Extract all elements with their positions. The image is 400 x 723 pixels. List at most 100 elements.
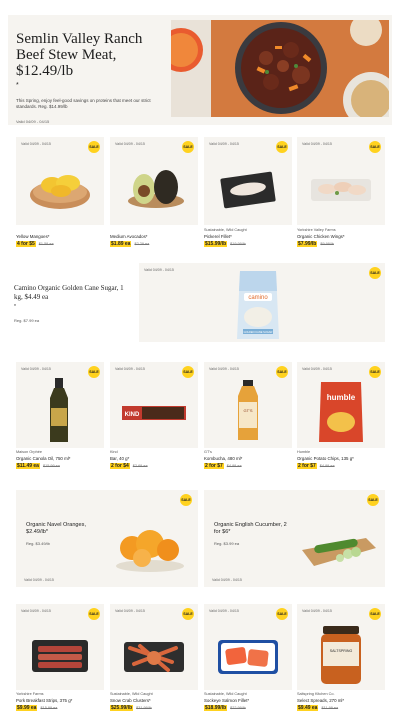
mangoes-image	[30, 175, 90, 209]
promo-text: Organic Navel Oranges, $2.49/lb* Reg. $3…	[26, 522, 94, 546]
promo-card-oranges[interactable]: SALE Organic Navel Oranges, $2.49/lb* Re…	[16, 490, 198, 587]
featured-product-card[interactable]: Valid 04/09 - 04/15 SALE camino GOLDEN C…	[139, 263, 385, 342]
product-name[interactable]: Medium Avocados*	[110, 234, 198, 239]
sale-price: $1.89 ea	[110, 241, 132, 247]
sale-price: 4 for $5	[16, 241, 36, 247]
hero-valid-dates: Valid 04/09 - 04/15	[16, 119, 50, 124]
gts-logo-text: GT'S	[244, 408, 253, 413]
product-brand: Sustainable, Wild Caught	[204, 692, 247, 696]
regular-price: $19.99/lb	[230, 242, 246, 246]
product-brand: Yorkshire Farms	[16, 692, 44, 696]
kombucha-bottle-image: GT'S	[238, 380, 258, 440]
promo-text: Organic English Cucumber, 2 for $6* Reg.…	[214, 522, 288, 546]
hero-asterisk: *	[16, 82, 19, 89]
product-card-pork-strips[interactable]: Valid 04/09 - 04/15 SALE	[16, 604, 104, 690]
product-name[interactable]: Snow Crab Clusters*	[110, 698, 198, 703]
regular-price: $4.99 ea	[226, 464, 242, 468]
sale-price: $7.99/lb	[297, 241, 318, 247]
valid-dates: Valid 04/09 - 04/15	[115, 609, 145, 613]
product-card-kombucha[interactable]: Valid 04/09 - 04/15 SALE GT'S	[204, 362, 292, 448]
sale-price: $11.49 ea	[16, 463, 40, 469]
regular-price: $4.99 ea	[319, 464, 335, 468]
product-info: Medium Avocados* $1.89 ea $2.29 ea	[110, 228, 198, 247]
pickerel-fillet-image	[220, 171, 276, 209]
product-name[interactable]: Yellow Mangoes*	[16, 234, 104, 239]
product-info: Humble Organic Potato Chips, 135 g* 2 fo…	[297, 450, 385, 469]
product-info: Sustainable, Wild Caught Sockeye Salmon …	[204, 692, 292, 711]
product-name[interactable]: Pork Breakfast Strips, 375 g*	[16, 698, 104, 703]
product-card-canola-oil[interactable]: Valid 04/09 - 04/15 SALE	[16, 362, 104, 448]
product-info: GT's Kombucha, 480 ml* 2 for $7 $4.99 ea	[204, 450, 292, 469]
product-brand: Sustainable, Wild Caught	[204, 228, 247, 232]
sockeye-salmon-image	[218, 640, 278, 674]
product-info: Kind Bar, 40 g* 2 for $4 $2.69 ea	[110, 450, 198, 469]
sale-badge: SALE	[369, 267, 381, 279]
promo-title: Organic Navel Oranges, $2.49/lb*	[26, 522, 87, 535]
sale-price: $9.49 ea	[297, 705, 319, 711]
product-brand: Sustainable, Wild Caught	[110, 692, 153, 696]
kind-logo-text: KIND	[125, 412, 140, 418]
sale-price: 2 for $7	[204, 463, 224, 469]
product-brand: GT's	[204, 450, 212, 454]
product-name[interactable]: Sockeye Salmon Fillet*	[204, 698, 292, 703]
camino-package-text: GOLDEN CANE SUGAR	[244, 330, 273, 334]
sale-price: $25.99/lb	[110, 705, 134, 711]
valid-dates: Valid 04/09 - 04/15	[115, 367, 145, 371]
product-info: Yorkshire Farms Pork Breakfast Strips, 3…	[16, 692, 104, 711]
valid-dates: Valid 04/09 - 04/15	[21, 367, 51, 371]
canola-oil-bottle-image	[50, 378, 68, 442]
sale-badge: SALE	[180, 494, 192, 506]
hero-description: This Spring, enjoy feel-good savings on …	[16, 98, 151, 109]
product-name[interactable]: Organic Chicken Wings*	[297, 234, 385, 239]
product-name[interactable]: Organic Potato Chips, 135 g*	[297, 456, 385, 461]
valid-dates: Valid 04/09 - 04/15	[144, 268, 174, 272]
regular-price: $11.99 ea	[321, 706, 339, 710]
product-card-potato-chips[interactable]: Valid 04/09 - 04/15 SALE humble	[297, 362, 385, 448]
product-card-chicken-wings[interactable]: Valid 04/09 - 04/15 SALE	[297, 137, 385, 225]
product-card-mangoes[interactable]: Valid 04/09 - 04/15 SALE	[16, 137, 104, 225]
product-card-avocados[interactable]: Valid 04/09 - 04/15 SALE	[110, 137, 198, 225]
sale-price: 2 for $4	[110, 463, 130, 469]
product-brand: Maison Orphée	[16, 450, 42, 454]
regular-price: $9.99/lb	[320, 242, 334, 246]
product-name[interactable]: Bar, 40 g*	[110, 456, 198, 461]
product-card-snow-crab[interactable]: Valid 04/09 - 04/15 SALE	[110, 604, 198, 690]
product-card-select-spreads[interactable]: Valid 04/09 - 04/15 SALE SALTSPRING	[297, 604, 385, 690]
product-card-pickerel[interactable]: Valid 04/09 - 04/15 SALE	[204, 137, 292, 225]
humble-logo-text: humble	[327, 393, 356, 402]
promo-card-cucumber[interactable]: SALE Organic English Cucumber, 2 for $6*…	[204, 490, 385, 587]
product-card-kind-bar[interactable]: Valid 04/09 - 04/15 SALE KIND	[110, 362, 198, 448]
saltspring-logo-text: SALTSPRING	[330, 649, 353, 653]
featured-regular-price: Reg. $7.99 ea	[14, 318, 40, 323]
regular-price: $2.29 ea	[134, 242, 150, 246]
camino-logo-text: camino	[248, 295, 268, 301]
product-brand: Kind	[110, 450, 118, 454]
sale-price: $18.99/lb	[204, 705, 228, 711]
product-name[interactable]: Kombucha, 480 ml*	[204, 456, 292, 461]
hero-image-beef-stew	[171, 20, 389, 117]
valid-dates: Valid 04/09 - 04/15	[24, 578, 54, 582]
valid-dates: Valid 04/09 - 04/15	[212, 578, 242, 582]
valid-dates: Valid 04/09 - 04/15	[209, 367, 239, 371]
valid-dates: Valid 04/09 - 04/15	[302, 609, 332, 613]
regular-price: $2.69 ea	[132, 464, 148, 468]
promo-regular-price: Reg. $3.49/lb	[26, 541, 50, 546]
saltspring-jar-image: SALTSPRING	[321, 626, 361, 684]
product-name[interactable]: Organic Canola Oil, 750 ml*	[16, 456, 104, 461]
featured-asterisk: *	[14, 304, 16, 310]
valid-dates: Valid 04/09 - 04/15	[21, 142, 51, 146]
promo-regular-price: Reg. $3.99 ea	[214, 541, 240, 546]
camino-sugar-bag-image: camino GOLDEN CANE SUGAR	[237, 271, 279, 339]
regular-price: $15.99 ea	[40, 706, 58, 710]
product-name[interactable]: Select Spreads, 270 ml*	[297, 698, 385, 703]
regular-price: $31.99/lb	[136, 706, 152, 710]
sale-price: $9.99 ea	[16, 705, 38, 711]
product-name[interactable]: Pickerel Fillet*	[204, 234, 292, 239]
product-brand	[110, 228, 198, 233]
product-card-sockeye-salmon[interactable]: Valid 04/09 - 04/15 SALE	[204, 604, 292, 690]
product-brand	[16, 228, 104, 233]
hero-banner[interactable]: Semlin Valley Ranch Beef Stew Meat, $12.…	[8, 15, 392, 125]
valid-dates: Valid 04/09 - 04/15	[209, 609, 239, 613]
pork-strips-image	[32, 640, 88, 672]
valid-dates: Valid 04/09 - 04/15	[302, 142, 332, 146]
